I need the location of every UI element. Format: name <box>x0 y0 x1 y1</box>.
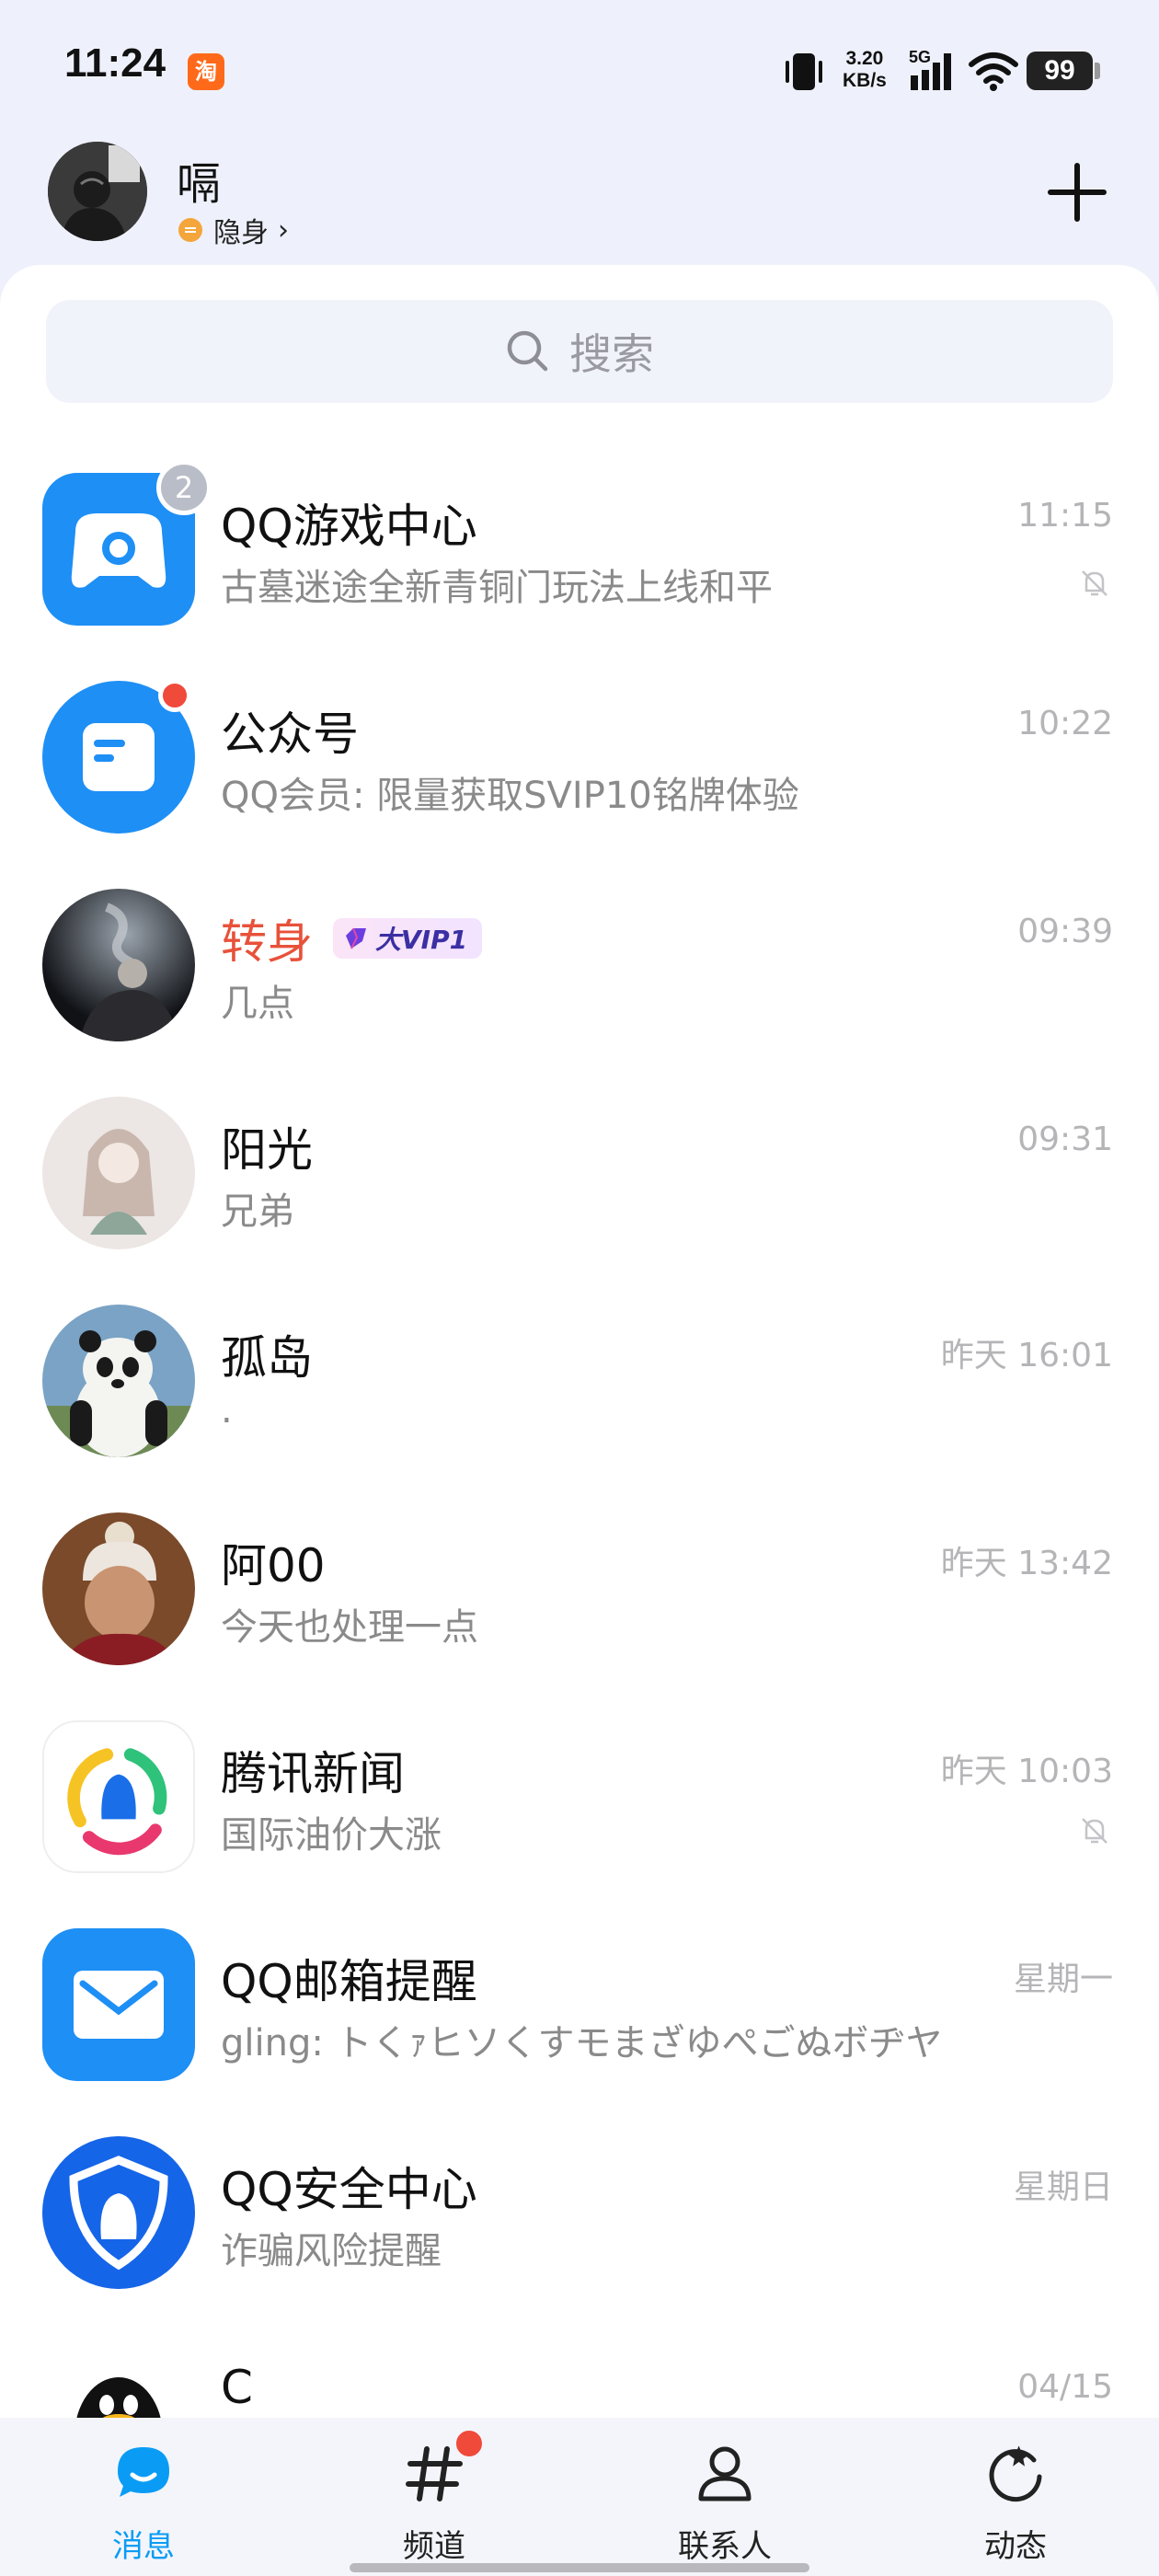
chat-preview: . <box>221 1389 233 1432</box>
chat-preview: 诈骗风险提醒 <box>221 2230 442 2272</box>
add-button[interactable] <box>1045 160 1109 224</box>
signal-5g-icon: 5G <box>909 48 951 90</box>
search-input[interactable]: 搜索 <box>46 300 1113 403</box>
network-speed: 3.20 KB/s <box>843 48 887 91</box>
tab-channels[interactable]: 频道 <box>342 2418 526 2576</box>
avatar-image <box>42 889 195 1041</box>
battery-tip <box>1095 63 1100 79</box>
chat-time: 星期日 <box>1013 2168 1113 2206</box>
tencent-news-avatar <box>42 1720 195 1873</box>
my-avatar[interactable] <box>48 142 147 241</box>
vibrate-icon <box>786 53 822 90</box>
contact-avatar <box>42 1512 195 1665</box>
vip-gem-icon <box>346 927 366 949</box>
chat-item-gudao[interactable]: 孤岛 . 昨天 16:01 <box>0 1281 1159 1489</box>
chat-title: QQ安全中心 <box>221 2163 477 2216</box>
tencent-news-logo-icon <box>44 1722 193 1871</box>
chat-time: 11:15 <box>1017 497 1113 535</box>
search-placeholder: 搜索 <box>569 329 654 379</box>
chat-time: 昨天 13:42 <box>940 1545 1113 1582</box>
status-bar: 11:24 淘 3.20 KB/s 5G 99 <box>0 0 1159 138</box>
security-center-avatar <box>42 2136 195 2289</box>
unread-count-badge: 2 <box>156 460 212 515</box>
chat-title: QQ游戏中心 <box>221 500 477 553</box>
chat-time: 星期一 <box>1013 1961 1113 1998</box>
vip-badge: 大VIP1 <box>333 918 483 959</box>
chat-title: 孤岛 <box>221 1331 313 1385</box>
tab-label: 频道 <box>403 2528 465 2565</box>
shield-icon <box>42 2136 195 2289</box>
chat-preview: gling: トくｧヒソくすモまざゆぺごぬボヂヤ <box>221 2022 943 2064</box>
bottom-nav: 消息 频道 联系人 动态 <box>0 2418 1159 2576</box>
tab-label: 动态 <box>984 2528 1047 2565</box>
chat-title: 阳光 <box>221 1123 313 1177</box>
unread-dot <box>453 2427 486 2460</box>
chat-item-qq-mail-reminder[interactable]: QQ邮箱提醒 gling: トくｧヒソくすモまざゆぺごぬボヂヤ 星期一 <box>0 1904 1159 2112</box>
tab-moments[interactable]: 动态 <box>924 2418 1107 2576</box>
chat-item-qq-security-center[interactable]: QQ安全中心 诈骗风险提醒 星期日 <box>0 2112 1159 2320</box>
contact-avatar <box>42 889 195 1041</box>
tab-label: 联系人 <box>678 2528 772 2565</box>
chat-item-qq-game-center[interactable]: 2 QQ游戏中心 古墓迷途全新青铜门玩法上线和平 11:15 <box>0 449 1159 657</box>
chat-time: 09:31 <box>1017 1121 1113 1158</box>
mail-icon <box>42 1928 195 2081</box>
chat-item-zhuanshen[interactable]: 转身 大VIP1 几点 09:39 <box>0 865 1159 1073</box>
chat-time: 09:39 <box>1017 913 1113 950</box>
chat-item-yangguang[interactable]: 阳光 兄弟 09:31 <box>0 1073 1159 1281</box>
chat-time: 10:22 <box>1017 705 1113 742</box>
refresh-star-icon <box>989 2445 1042 2502</box>
status-time: 11:24 <box>64 40 166 86</box>
chat-time: 04/15 <box>1017 2368 1113 2406</box>
chat-title: C <box>221 2361 253 2414</box>
avatar-image <box>42 1097 195 1249</box>
online-status-label: 隐身 <box>213 217 269 249</box>
contact-avatar <box>42 1305 195 1457</box>
chat-item-official-accounts[interactable]: 公众号 QQ会员: 限量获取SVIP10铭牌体验 10:22 <box>0 657 1159 865</box>
mute-bell-icon <box>1082 570 1107 596</box>
person-icon <box>698 2446 752 2501</box>
chat-preview: 几点 <box>221 983 294 1025</box>
taobao-notification-icon: 淘 <box>188 53 224 90</box>
home-indicator[interactable] <box>350 2563 809 2572</box>
avatar-image <box>48 142 147 241</box>
message-bubble-icon <box>118 2447 169 2497</box>
tab-messages[interactable]: 消息 <box>52 2418 235 2576</box>
chat-item-tencent-news[interactable]: 腾讯新闻 国际油价大涨 昨天 10:03 <box>0 1696 1159 1904</box>
mute-bell-icon <box>1082 1818 1107 1844</box>
panda-avatar-image <box>42 1305 195 1457</box>
chat-title: 公众号 <box>221 707 359 761</box>
chat-preview: 国际油价大涨 <box>221 1814 442 1857</box>
unread-dot <box>158 679 191 712</box>
chat-title: QQ邮箱提醒 <box>221 1955 477 2008</box>
chat-time: 昨天 16:01 <box>940 1337 1113 1374</box>
main-panel: 搜索 2 QQ游戏中心 古墓迷途全新青铜门玩法上线和平 11:15 公众号 QQ… <box>0 265 1159 2497</box>
tab-label: 消息 <box>112 2528 175 2565</box>
chat-preview: 兄弟 <box>221 1190 294 1233</box>
search-icon <box>507 330 548 372</box>
chevron-right-icon: › <box>278 213 289 247</box>
contact-avatar <box>42 1097 195 1249</box>
online-status-selector[interactable]: 隐身 › <box>178 210 289 250</box>
chat-title: 阿00 <box>221 1539 326 1593</box>
chat-title: 腾讯新闻 <box>221 1747 405 1800</box>
chat-preview: 今天也处理一点 <box>221 1606 478 1649</box>
chat-item-a00[interactable]: 阿00 今天也处理一点 昨天 13:42 <box>0 1489 1159 1696</box>
chat-list: 2 QQ游戏中心 古墓迷途全新青铜门玩法上线和平 11:15 公众号 QQ会员:… <box>0 449 1159 2528</box>
invisible-status-icon <box>178 218 202 242</box>
chat-preview: QQ会员: 限量获取SVIP10铭牌体验 <box>221 775 799 817</box>
tab-contacts[interactable]: 联系人 <box>633 2418 817 2576</box>
avatar-image <box>42 1512 195 1665</box>
qq-mail-avatar <box>42 1928 195 2081</box>
chat-title: 转身 大VIP1 <box>221 905 483 972</box>
battery-indicator: 99 <box>1027 52 1093 90</box>
chat-preview: 古墓迷途全新青铜门玩法上线和平 <box>221 567 773 609</box>
wifi-icon <box>969 52 1018 91</box>
network-type: 5G <box>909 48 931 66</box>
chat-time: 昨天 10:03 <box>940 1753 1113 1790</box>
profile-name[interactable]: 嗝 <box>177 147 221 212</box>
